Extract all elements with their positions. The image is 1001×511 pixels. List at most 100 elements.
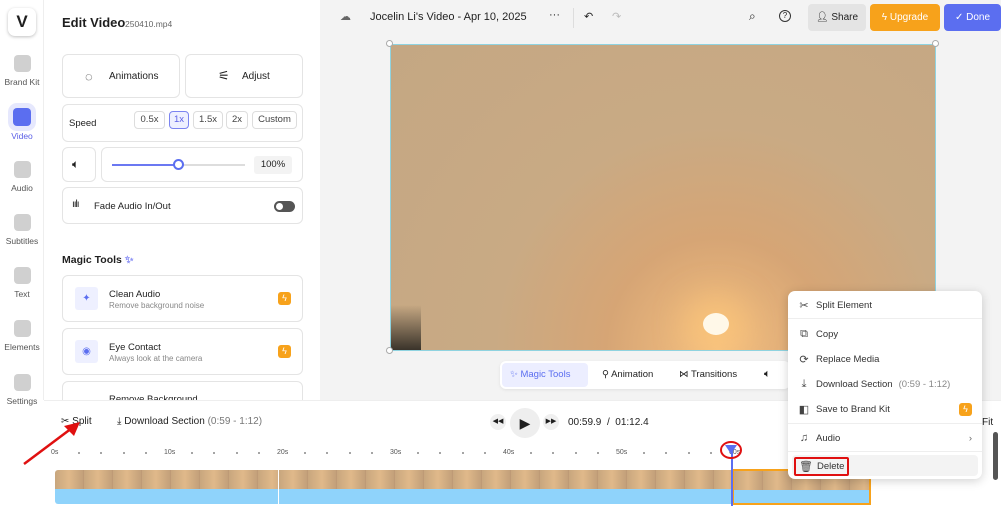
speed-custom[interactable]: Custom — [252, 111, 297, 129]
menu-label: Download Section — [816, 379, 893, 390]
magic-tools-label: Magic Tools — [520, 369, 571, 380]
timeline-clip[interactable] — [279, 470, 731, 504]
fit-button[interactable]: Fit — [982, 417, 993, 428]
brand-kit-icon: ◧ — [798, 404, 810, 416]
speed-0.5x[interactable]: 0.5x — [134, 111, 165, 129]
magic-tools-title: Magic Tools — [62, 254, 122, 266]
replace-icon: ⟳ — [799, 354, 809, 366]
download-section-button[interactable]: ⤓ Download Section (0:59 - 1:12) — [117, 416, 262, 427]
rail-audio[interactable]: Audio — [0, 161, 44, 193]
done-button[interactable]: ✓ Done — [944, 4, 1001, 31]
project-title[interactable]: Jocelin Li's Video - Apr 10, 2025 — [370, 11, 527, 23]
search-icon[interactable]: ⌕ — [749, 9, 756, 24]
ruler-dot — [122, 452, 125, 454]
adjust-icon: ⚟ — [218, 68, 230, 83]
resize-handle[interactable] — [386, 347, 393, 354]
forward-button[interactable]: ▶▶ — [543, 414, 559, 430]
help-icon[interactable]: ? — [779, 10, 791, 22]
tool-eye-contact[interactable]: ◉ Eye Contact Always look at the camera … — [62, 328, 303, 375]
time-separator: / — [606, 417, 610, 428]
tool-clean-audio[interactable]: ✦ Clean Audio Remove background noise ϟ — [62, 275, 303, 322]
animations-label: Animations — [109, 71, 159, 82]
menu-range: (0:59 - 1:12) — [898, 379, 951, 390]
undo-icon[interactable]: ↶ — [584, 10, 593, 23]
play-button[interactable]: ▶ — [510, 408, 540, 438]
rail-text[interactable]: Text — [0, 267, 44, 299]
volume-button[interactable]: 🔈︎ — [764, 368, 771, 381]
share-label: Share — [831, 12, 859, 23]
rail-settings[interactable]: Settings — [0, 374, 44, 406]
magic-tools-button[interactable]: ✨︎ Magic Tools — [502, 363, 588, 387]
share-button[interactable]: 👤︎ Share — [808, 4, 866, 31]
fade-icon: ıılı — [72, 199, 80, 210]
fade-row: ıılı Fade Audio In/Out — [62, 187, 303, 224]
music-icon: ♫ — [799, 432, 809, 444]
rail-label: Text — [14, 289, 30, 299]
transitions-icon: ⋈ — [679, 369, 691, 380]
ruler-dot — [642, 452, 645, 454]
ruler-dot — [529, 452, 532, 454]
menu-label: Delete — [817, 461, 845, 472]
divider — [788, 451, 982, 452]
copy-icon: ⧉ — [800, 328, 808, 340]
ruler-dot — [190, 452, 193, 454]
trash-icon: 🗑︎ — [799, 461, 813, 473]
fade-toggle[interactable] — [274, 201, 295, 212]
upgrade-button[interactable]: ϟ Upgrade — [870, 4, 940, 31]
animations-button[interactable]: ◌ Animations — [62, 54, 180, 98]
rail-subtitles[interactable]: Subtitles — [0, 214, 44, 246]
menu-copy[interactable]: ⧉ Copy — [798, 328, 838, 341]
speed-2x[interactable]: 2x — [226, 111, 248, 129]
divider — [788, 318, 982, 319]
check-icon: ✓ — [954, 12, 967, 23]
rail-label: Video — [11, 131, 33, 141]
menu-replace-media[interactable]: ⟳ Replace Media — [798, 353, 879, 366]
rail-label: Audio — [11, 183, 33, 193]
speed-row: Speed 0.5x 1x 1.5x 2x Custom — [62, 104, 303, 142]
speed-1.5x[interactable]: 1.5x — [193, 111, 223, 129]
app-logo[interactable]: V — [8, 8, 36, 36]
menu-save-to-brand-kit[interactable]: ◧ Save to Brand Kit ϟ — [798, 403, 972, 416]
ruler-tick-label: 40s — [503, 449, 515, 456]
element-toolbar: ✨︎ Magic Tools ⚲ Animation ⋈ Transitions… — [500, 361, 790, 389]
timeline-clip[interactable] — [55, 470, 278, 504]
menu-split-element[interactable]: ✂ Split Element — [798, 299, 872, 312]
mute-button[interactable]: 🔈︎ — [62, 147, 96, 182]
resize-handle[interactable] — [386, 40, 393, 47]
clip-audio-bar — [55, 489, 278, 504]
menu-audio[interactable]: ♫ Audio › — [798, 432, 972, 444]
rail-brand-kit[interactable]: Brand Kit — [0, 55, 44, 87]
sparkle-icon: ✨︎ — [124, 254, 134, 266]
clip-filmstrip — [55, 470, 278, 489]
ruler-dot — [461, 452, 464, 454]
more-options-button[interactable]: ··· — [549, 9, 560, 21]
volume-slider-handle[interactable] — [173, 159, 184, 170]
ruler-dot — [235, 452, 238, 454]
resize-handle[interactable] — [932, 40, 939, 47]
time-display: 00:59.9 / 01:12.4 — [568, 417, 649, 428]
redo-icon[interactable]: ↷ — [612, 10, 621, 23]
rewind-button[interactable]: ◀◀ — [490, 414, 506, 430]
music-icon — [13, 161, 31, 178]
speed-1x[interactable]: 1x — [169, 111, 189, 129]
menu-download-section[interactable]: ⤓ Download Section (0:59 - 1:12) — [798, 378, 951, 391]
menu-delete[interactable]: 🗑︎ Delete — [794, 457, 850, 476]
ruler-dot — [687, 452, 690, 454]
icon-rail: V Brand Kit Video Audio Subtitles Text E… — [0, 0, 44, 406]
ruler-tick-label: 50s — [616, 449, 628, 456]
current-time: 00:59.9 — [568, 417, 602, 428]
text-icon — [13, 267, 31, 284]
download-range: (0:59 - 1:12) — [207, 416, 263, 427]
rail-video[interactable]: Video — [0, 108, 44, 141]
scrollbar[interactable] — [993, 432, 998, 480]
transitions-button[interactable]: ⋈ Transitions — [679, 369, 737, 380]
ruler-tick-label: 30s — [390, 449, 402, 456]
divider — [788, 423, 982, 424]
adjust-button[interactable]: ⚟ Adjust — [185, 54, 303, 98]
rail-elements[interactable]: Elements — [0, 320, 44, 352]
ruler-dot — [574, 452, 577, 454]
animation-button[interactable]: ⚲ Animation — [602, 369, 653, 380]
annotation-arrow — [23, 422, 80, 465]
ruler-dot — [348, 452, 351, 454]
elements-icon — [13, 320, 31, 337]
